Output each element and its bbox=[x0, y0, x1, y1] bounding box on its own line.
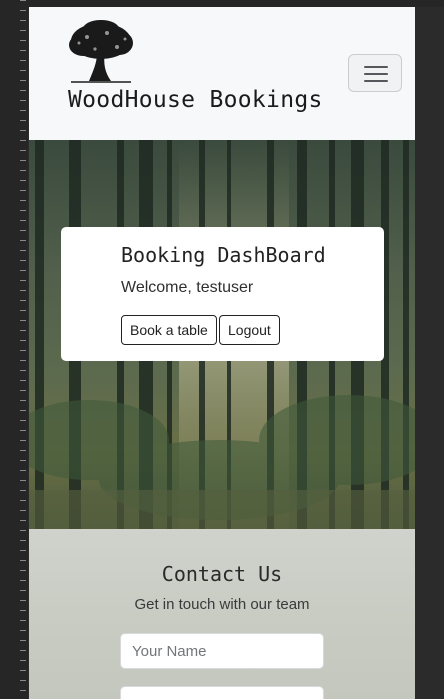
ruler-tick bbox=[20, 590, 26, 591]
ruler-tick bbox=[20, 660, 26, 661]
ruler-tick bbox=[20, 450, 26, 451]
ruler-tick bbox=[20, 610, 26, 611]
ruler-tick bbox=[20, 230, 26, 231]
page-viewport: WoodHouse Bookings Booking DashBoard Wel… bbox=[29, 7, 415, 699]
ruler-tick bbox=[20, 540, 26, 541]
ruler-tick bbox=[20, 470, 26, 471]
navbar-toggle-button[interactable] bbox=[348, 54, 402, 92]
ruler-tick bbox=[20, 520, 26, 521]
contact-second-input[interactable] bbox=[120, 686, 324, 699]
ruler-tick bbox=[20, 350, 26, 351]
ruler-tick bbox=[20, 480, 26, 481]
ruler-tick bbox=[20, 390, 26, 391]
ruler-tick bbox=[20, 630, 26, 631]
ruler-tick bbox=[20, 170, 26, 171]
forest-hero: Booking DashBoard Welcome, testuser Book… bbox=[29, 140, 415, 529]
ruler-tick bbox=[20, 110, 26, 111]
ruler-tick bbox=[20, 320, 26, 321]
ruler-tick bbox=[20, 490, 26, 491]
tree-logo-icon[interactable] bbox=[67, 19, 135, 83]
ruler-tick bbox=[20, 310, 26, 311]
ruler-tick bbox=[20, 240, 26, 241]
dashboard-card: Booking DashBoard Welcome, testuser Book… bbox=[61, 227, 384, 361]
dashboard-title: Booking DashBoard bbox=[121, 243, 326, 267]
ruler-tick bbox=[20, 260, 26, 261]
ruler-tick bbox=[20, 270, 26, 271]
ruler-tick bbox=[20, 300, 26, 301]
ruler-tick bbox=[20, 330, 26, 331]
ruler-tick bbox=[20, 360, 26, 361]
ruler-tick bbox=[20, 500, 26, 501]
ruler-tick bbox=[20, 280, 26, 281]
ruler-tick bbox=[20, 50, 26, 51]
ruler-tick bbox=[20, 420, 26, 421]
ruler-tick bbox=[20, 160, 26, 161]
ruler-tick bbox=[20, 530, 26, 531]
ruler-tick bbox=[20, 290, 26, 291]
ruler-tick bbox=[20, 580, 26, 581]
ruler-tick bbox=[20, 430, 26, 431]
ruler-tick bbox=[20, 400, 26, 401]
ruler-tick bbox=[20, 10, 26, 11]
contact-title: Contact Us bbox=[161, 562, 283, 586]
ruler-tick bbox=[20, 90, 26, 91]
contact-subtitle: Get in touch with our team bbox=[134, 596, 310, 613]
ruler-tick bbox=[20, 650, 26, 651]
side-ruler bbox=[0, 0, 28, 699]
hamburger-line bbox=[364, 80, 388, 82]
ruler-tick bbox=[20, 60, 26, 61]
welcome-message: Welcome, testuser bbox=[121, 279, 254, 296]
ruler-tick bbox=[20, 600, 26, 601]
contact-section: Contact Us Get in touch with our team bbox=[29, 529, 415, 699]
ruler-tick bbox=[20, 550, 26, 551]
ruler-tick bbox=[20, 440, 26, 441]
ruler-tick bbox=[20, 640, 26, 641]
ruler-tick bbox=[20, 20, 26, 21]
ruler-tick bbox=[20, 670, 26, 671]
top-ruler bbox=[28, 0, 444, 7]
brand-title[interactable]: WoodHouse Bookings bbox=[68, 87, 323, 113]
ruler-tick bbox=[20, 40, 26, 41]
ruler-tick bbox=[20, 130, 26, 131]
book-table-button[interactable]: Book a table bbox=[121, 315, 217, 345]
ruler-tick bbox=[20, 560, 26, 561]
ruler-tick bbox=[20, 0, 26, 1]
ruler-tick bbox=[20, 100, 26, 101]
ruler-tick bbox=[20, 180, 26, 181]
ruler-tick bbox=[20, 340, 26, 341]
ruler-tick bbox=[20, 150, 26, 151]
ruler-tick bbox=[20, 210, 26, 211]
ruler-tick bbox=[20, 30, 26, 31]
ruler-tick bbox=[20, 190, 26, 191]
ruler-tick bbox=[20, 140, 26, 141]
ruler-tick bbox=[20, 370, 26, 371]
ruler-tick bbox=[20, 380, 26, 381]
ruler-tick bbox=[20, 250, 26, 251]
ruler-tick bbox=[20, 460, 26, 461]
ruler-tick bbox=[20, 120, 26, 121]
ruler-tick bbox=[20, 680, 26, 681]
navbar: WoodHouse Bookings bbox=[29, 7, 415, 141]
name-input[interactable] bbox=[120, 633, 324, 669]
ruler-tick bbox=[20, 570, 26, 571]
hamburger-line bbox=[364, 73, 388, 75]
ruler-tick bbox=[20, 80, 26, 81]
logout-button[interactable]: Logout bbox=[219, 315, 280, 345]
hamburger-menu-icon bbox=[364, 66, 388, 68]
ruler-tick bbox=[20, 410, 26, 411]
ruler-tick bbox=[20, 70, 26, 71]
ruler-tick bbox=[20, 620, 26, 621]
ruler-tick bbox=[20, 200, 26, 201]
ruler-tick bbox=[20, 690, 26, 691]
ruler-tick bbox=[20, 510, 26, 511]
ruler-tick bbox=[20, 220, 26, 221]
